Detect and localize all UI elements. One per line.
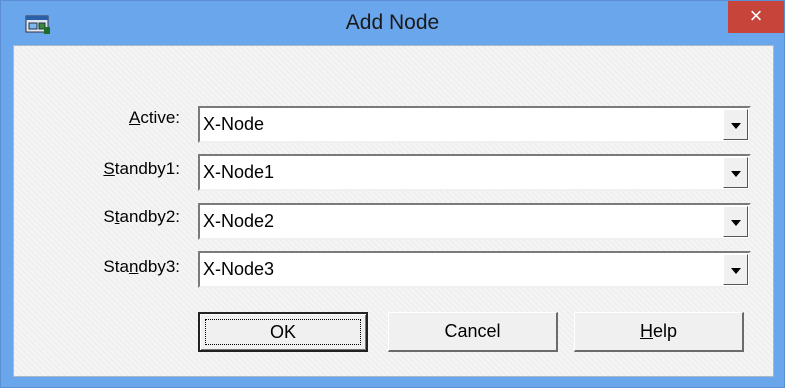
cancel-button[interactable]: Cancel [388, 312, 558, 352]
close-button[interactable]: × [728, 1, 784, 33]
window-title: Add Node [345, 11, 440, 34]
standby2-label: Standby2: [103, 207, 180, 226]
add-node-dialog: Add Node × Active: X-Node Standby1: X-No… [0, 0, 785, 388]
active-label: Active: [128, 108, 180, 127]
help-label: Help [639, 321, 678, 341]
focus-rect [205, 319, 361, 345]
node-window-icon [25, 15, 51, 35]
chevron-down-icon[interactable] [723, 206, 748, 237]
chevron-down-icon[interactable] [723, 254, 748, 285]
standby2-select[interactable]: X-Node2 [198, 203, 751, 240]
standby1-select[interactable]: X-Node1 [198, 154, 751, 191]
chevron-down-icon[interactable] [723, 109, 748, 140]
title-bar[interactable]: Add Node × [1, 1, 784, 45]
standby1-label: Standby1: [103, 159, 180, 178]
cancel-label: Cancel [444, 321, 501, 341]
standby3-label: Standby3: [103, 257, 180, 276]
chevron-down-icon[interactable] [723, 157, 748, 188]
ok-button[interactable]: OK [198, 312, 368, 352]
standby3-value: X-Node3 [203, 259, 275, 279]
active-value: X-Node [203, 114, 265, 134]
close-icon: × [749, 3, 763, 28]
dialog-body: Active: X-Node Standby1: X-Node1 Standby… [13, 45, 774, 377]
standby3-select[interactable]: X-Node3 [198, 251, 751, 288]
standby2-value: X-Node2 [203, 211, 275, 231]
help-button[interactable]: Help [574, 312, 744, 352]
standby1-value: X-Node1 [203, 162, 275, 182]
active-select[interactable]: X-Node [198, 106, 751, 143]
